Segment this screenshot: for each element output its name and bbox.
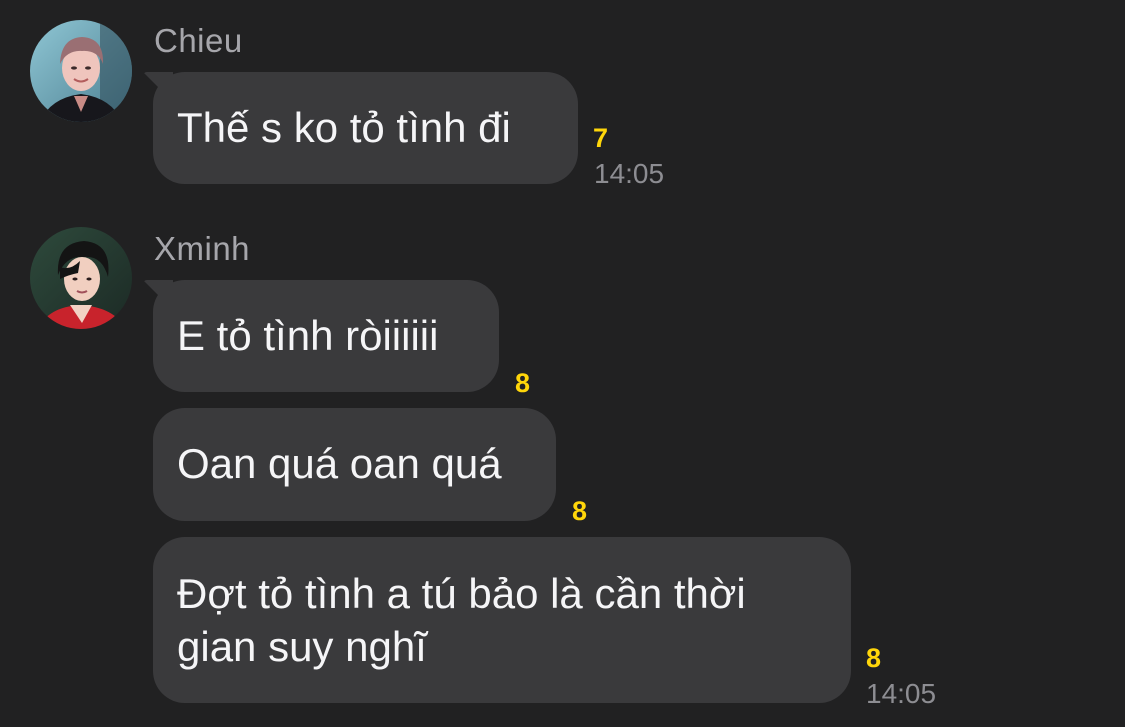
avatar-chieu[interactable]: [30, 20, 132, 122]
message-group-xminh: Xminh E tỏ tình ròiiiiii 8 Oan quá oan q…: [0, 210, 1125, 727]
avatar-xminh[interactable]: [30, 227, 132, 329]
message-timestamp: 14:05: [594, 158, 665, 189]
message-timestamp: 14:05: [866, 678, 937, 709]
unread-count-badge: 8: [515, 368, 531, 398]
avatar-xminh-image: [30, 227, 132, 329]
message-bubble[interactable]: Đợt tỏ tình a tú bảo là cần thời gian su…: [153, 537, 851, 703]
chat-thread: Chieu Thế s ko tỏ tình đi 7 14:05 Xminh …: [0, 0, 1125, 727]
avatar-chieu-image: [30, 20, 132, 122]
message-bubble[interactable]: E tỏ tình ròiiiiii: [153, 280, 499, 392]
message-text-line-2: gian suy nghĩ: [177, 623, 427, 670]
unread-count-badge: 8: [866, 643, 882, 673]
sender-name: Chieu: [154, 22, 243, 59]
message-text: Thế s ko tỏ tình đi: [177, 104, 511, 151]
message-bubble[interactable]: Thế s ko tỏ tình đi: [153, 72, 578, 184]
message-group-chieu: Chieu Thế s ko tỏ tình đi 7 14:05: [0, 0, 1125, 210]
message-bubble[interactable]: Oan quá oan quá: [153, 408, 556, 521]
message-text-line-1: Đợt tỏ tình a tú bảo là cần thời: [177, 570, 746, 617]
unread-count-badge: 8: [572, 496, 588, 526]
unread-count-badge: 7: [593, 123, 609, 153]
message-text: Oan quá oan quá: [177, 440, 502, 487]
message-text: E tỏ tình ròiiiiii: [177, 312, 439, 359]
sender-name: Xminh: [154, 230, 251, 267]
